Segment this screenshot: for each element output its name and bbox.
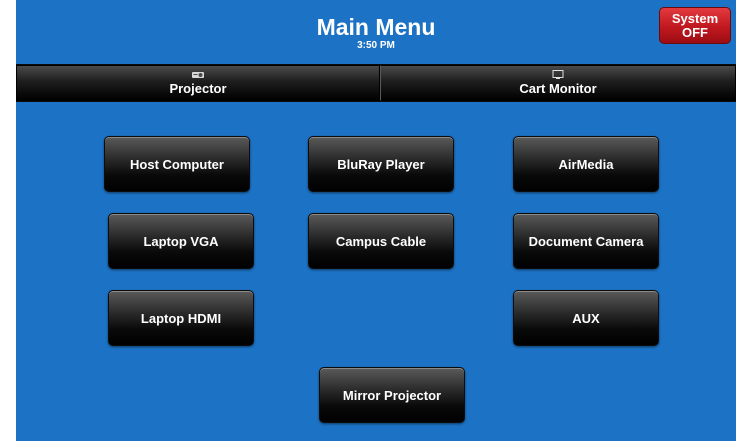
page-title: Main Menu	[316, 14, 436, 40]
system-button-label: System	[671, 11, 719, 26]
document-camera-button[interactable]: Document Camera	[513, 213, 659, 269]
monitor-icon	[552, 70, 564, 79]
mirror-projector-button[interactable]: Mirror Projector	[319, 367, 465, 423]
projector-display-button[interactable]: Projector	[16, 65, 380, 101]
aux-button[interactable]: AUX	[513, 290, 659, 346]
projector-icon	[192, 72, 204, 78]
laptop-hdmi-button[interactable]: Laptop HDMI	[108, 290, 254, 346]
campus-cable-button[interactable]: Campus Cable	[308, 213, 454, 269]
projector-label: Projector	[169, 81, 227, 96]
host-computer-button[interactable]: Host Computer	[104, 136, 250, 192]
display-selector-bar: Projector Cart Monitor	[16, 64, 736, 102]
bluray-player-button[interactable]: BluRay Player	[308, 136, 454, 192]
airmedia-button[interactable]: AirMedia	[513, 136, 659, 192]
cart-monitor-display-button[interactable]: Cart Monitor	[380, 65, 736, 101]
laptop-vga-button[interactable]: Laptop VGA	[108, 213, 254, 269]
system-off-button[interactable]: System OFF	[659, 7, 731, 44]
clock: 3:50 PM	[357, 40, 395, 51]
system-button-state: OFF	[682, 25, 708, 40]
control-panel: Main Menu 3:50 PM System OFF Projector C…	[16, 0, 736, 441]
cart-monitor-label: Cart Monitor	[519, 81, 597, 96]
